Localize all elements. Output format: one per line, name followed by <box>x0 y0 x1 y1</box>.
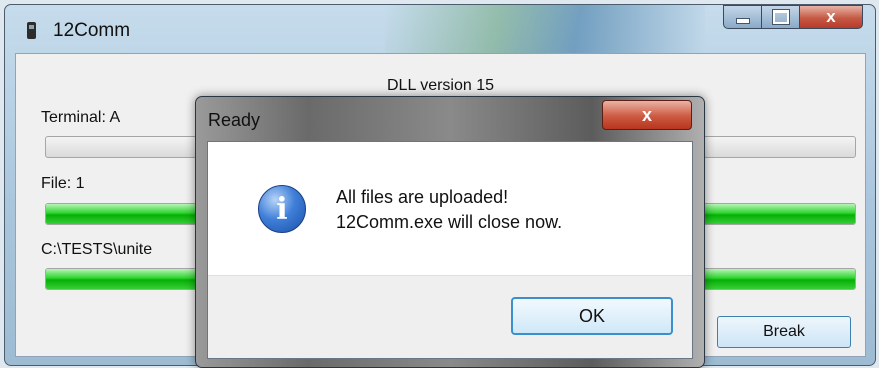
file-label: File: 1 <box>41 175 85 192</box>
close-icon: x <box>826 7 836 26</box>
info-icon: i <box>258 185 306 233</box>
minimize-button[interactable] <box>723 5 761 29</box>
ok-button[interactable]: OK <box>511 297 673 335</box>
window-controls: x <box>723 5 863 29</box>
dialog-close-button[interactable]: x <box>602 100 692 130</box>
dialog-title: Ready <box>208 110 261 130</box>
minimize-icon <box>735 18 750 24</box>
maximize-button[interactable] <box>761 5 799 29</box>
close-button[interactable]: x <box>799 5 863 29</box>
dll-version-label: DLL version 15 <box>386 77 495 94</box>
dialog-message-line-1: All files are uploaded! <box>336 187 509 207</box>
terminal-icon <box>27 22 36 39</box>
ready-dialog: Ready x i All files are uploaded! 12Comm… <box>195 96 705 368</box>
title-bar[interactable]: 12Comm x <box>5 5 875 53</box>
break-button[interactable]: Break <box>717 316 851 348</box>
maximize-icon <box>772 10 789 24</box>
close-icon: x <box>641 104 652 125</box>
path-label: C:\TESTS\unite <box>41 241 153 258</box>
dialog-message-line-2: 12Comm.exe will close now. <box>336 212 563 232</box>
dialog-body: i All files are uploaded! 12Comm.exe wil… <box>207 141 693 359</box>
terminal-label: Terminal: A <box>41 109 121 126</box>
dialog-footer: OK <box>208 275 692 358</box>
window-title: 12Comm <box>53 20 131 41</box>
